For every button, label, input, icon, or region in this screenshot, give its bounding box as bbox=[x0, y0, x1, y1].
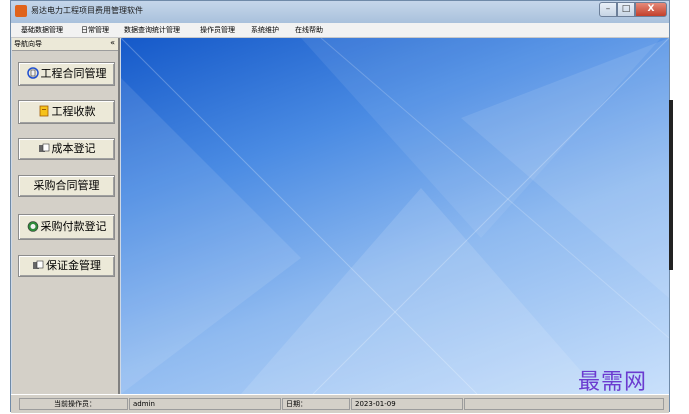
minimize-button[interactable]: – bbox=[599, 2, 617, 17]
sidebar-header: 导航向导 « bbox=[12, 38, 118, 51]
nav-label: 工程合同管理 bbox=[40, 67, 107, 80]
menu-basic-data[interactable]: 基础数据管理 bbox=[21, 25, 63, 35]
app-icon bbox=[15, 5, 27, 17]
window-edge-shadow bbox=[669, 100, 673, 270]
register-icon bbox=[38, 143, 49, 152]
deposit-icon bbox=[33, 260, 44, 269]
window-title: 易达电力工程项目费用管理软件 bbox=[31, 6, 143, 15]
nav-purchase-contract[interactable]: 采购合同管理 bbox=[18, 175, 115, 197]
nav-label: 工程收款 bbox=[51, 105, 96, 118]
title-bar: 易达电力工程项目费用管理软件 – □ X bbox=[11, 1, 669, 23]
menu-bar: 基础数据管理 日常管理 数据查询统计管理 操作员管理 系统维护 在线帮助 bbox=[11, 23, 669, 38]
menu-system[interactable]: 系统维护 bbox=[251, 25, 279, 35]
nav-cost-register[interactable]: 成本登记 bbox=[18, 138, 115, 160]
nav-label: 采购合同管理 bbox=[33, 179, 100, 192]
operator-label: 当前操作员： bbox=[19, 398, 128, 410]
date-value: 2023-01-09 bbox=[351, 398, 463, 410]
date-label: 日期： bbox=[282, 398, 350, 410]
operator-value: admin bbox=[129, 398, 281, 410]
nav-purchase-payment[interactable]: 采购付款登记 bbox=[18, 214, 115, 240]
nav-label: 成本登记 bbox=[51, 142, 96, 155]
contract-icon bbox=[26, 67, 39, 79]
nav-label: 保证金管理 bbox=[46, 259, 101, 272]
receipt-icon bbox=[39, 105, 48, 117]
status-empty-field bbox=[464, 398, 664, 410]
menu-help[interactable]: 在线帮助 bbox=[295, 25, 323, 35]
sidebar-title: 导航向导 bbox=[14, 40, 42, 48]
navigation-sidebar: 导航向导 « 工程合同管理 工程收款 成本登记 采购合同管理 采购付款登记 保证… bbox=[12, 38, 120, 394]
main-window: 易达电力工程项目费用管理软件 – □ X 基础数据管理 日常管理 数据查询统计管… bbox=[10, 0, 670, 413]
menu-operator[interactable]: 操作员管理 bbox=[200, 25, 235, 35]
watermark: 最需网 bbox=[578, 370, 648, 395]
main-content-area bbox=[121, 38, 669, 394]
menu-query-stats[interactable]: 数据查询统计管理 bbox=[124, 25, 180, 35]
nav-deposit[interactable]: 保证金管理 bbox=[18, 255, 115, 277]
payment-icon bbox=[27, 221, 38, 232]
nav-project-receipt[interactable]: 工程收款 bbox=[18, 100, 115, 124]
maximize-button[interactable]: □ bbox=[617, 2, 635, 17]
status-bar: 当前操作员： admin 日期： 2023-01-09 bbox=[11, 394, 669, 413]
nav-label: 采购付款登记 bbox=[40, 220, 107, 233]
close-button[interactable]: X bbox=[635, 2, 667, 17]
nav-project-contract[interactable]: 工程合同管理 bbox=[18, 62, 115, 86]
collapse-icon[interactable]: « bbox=[110, 38, 115, 47]
background-pattern bbox=[121, 38, 669, 394]
screen: 易达电力工程项目费用管理软件 – □ X 基础数据管理 日常管理 数据查询统计管… bbox=[0, 0, 689, 414]
menu-daily[interactable]: 日常管理 bbox=[81, 25, 109, 35]
